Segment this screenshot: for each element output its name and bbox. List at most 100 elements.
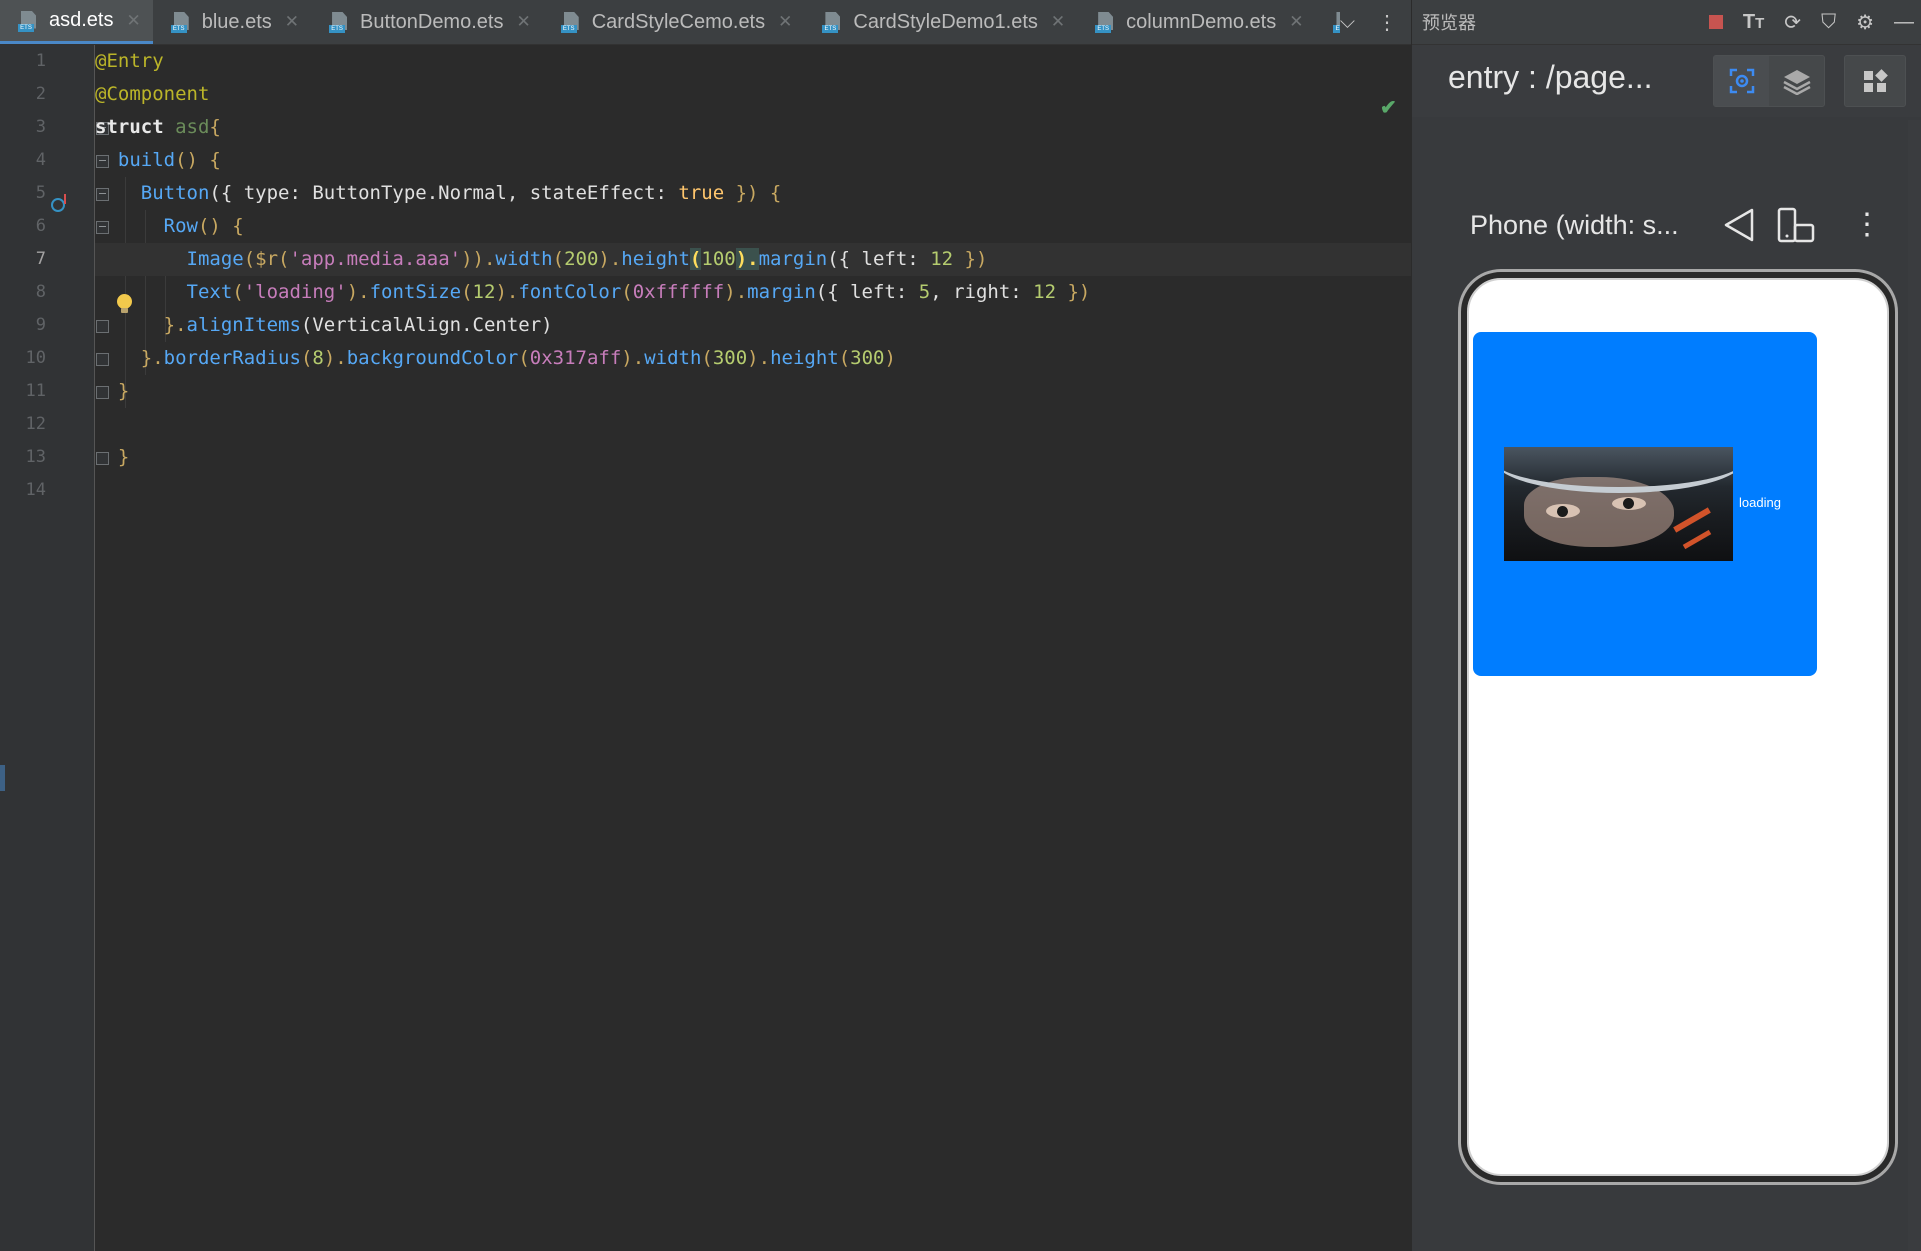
code-token: ). [747,347,771,369]
code-token: 12 [1033,281,1057,303]
code-token: ({ type: ButtonType.Normal, stateEffect: [209,182,679,204]
refresh-icon[interactable]: ⟳ [1784,10,1801,35]
code-token: struct [95,116,164,138]
font-size-icon[interactable]: TT [1743,11,1764,34]
implements-icon[interactable] [51,194,66,212]
close-icon[interactable]: ✕ [516,12,530,32]
tab-cardstyledemo1-ets[interactable]: ETS CardStyleDemo1.ets ✕ [804,0,1077,44]
close-icon[interactable]: ✕ [778,12,792,32]
file-ets-icon: ETS [18,10,40,32]
editor-tab-bar: ETS asd.ets ✕ ETS blue.ets ✕ ETS ButtonD… [0,0,1411,45]
code-token: Image [186,248,244,270]
phone-screen[interactable]: loading [1473,288,1883,1168]
code-token: }. [140,347,164,369]
code-line: }.alignItems(VerticalAlign.Center) [95,309,1411,342]
debug-icon[interactable]: ⛉ [1821,11,1836,34]
rotate-device-icon[interactable] [1776,207,1816,250]
tab-columndemo-ets[interactable]: ETS columnDemo.ets ✕ [1077,0,1315,44]
code-token: 8 [312,347,324,369]
grid-icon[interactable] [1844,55,1906,107]
line-number: 10 [25,348,46,368]
line-number: 7 [35,249,46,269]
chevron-down-icon[interactable]: ⌵ [1340,11,1355,34]
code-token: }) [953,248,988,270]
close-icon[interactable]: ✕ [126,11,140,31]
code-token: fontColor [518,281,622,303]
code-token: margin [758,248,828,270]
tab-buttondemo-ets[interactable]: ETS ButtonDemo.ets ✕ [311,0,543,44]
code-token: 'app.media.aaa' [289,248,462,270]
previewer-header: 预览器 TT ⟳ ⛉ ⚙ — [1412,0,1921,45]
previewer-title: 预览器 [1422,13,1476,33]
code-line-current: Image($r('app.media.aaa')).width(200).he… [95,243,1411,276]
code-token: ). [495,281,519,303]
line-number: 6 [35,216,46,236]
code-token: 0x317aff [529,347,622,369]
code-token: borderRadius [163,347,301,369]
tab-colupers[interactable]: ETS coluPers [1315,0,1340,44]
preview-image [1504,447,1733,561]
code-line: Button({ type: ButtonType.Normal, stateE… [95,177,1411,210]
code-token: ({ left: [827,248,931,270]
code-token: 'loading' [243,281,347,303]
tab-asd-ets[interactable]: ETS asd.ets ✕ [0,0,153,44]
line-number: 5 [35,183,46,203]
code-token: width [495,248,553,270]
code-token: ( [701,347,713,369]
preview-button[interactable]: loading [1473,332,1817,676]
device-selector[interactable]: Phone (width: s... [1470,205,1679,245]
line-number: 12 [25,414,46,434]
code-token: ). [735,248,759,270]
code-token: asd [175,116,210,138]
more-vert-icon[interactable]: ⋮ [1852,205,1882,245]
line-number: 3 [35,117,46,137]
code-line: Row() { [95,210,1411,243]
gear-icon[interactable]: ⚙ [1856,10,1874,35]
code-token: height [621,248,690,270]
code-token: }) { [724,182,782,204]
view-mode-toggle [1713,55,1825,107]
line-number: 9 [35,315,46,335]
code-line: struct asd{ [95,111,1411,144]
inspect-icon[interactable] [1714,56,1769,106]
code-token: 12 [930,248,954,270]
code-token: ( [232,281,244,303]
code-token: margin [747,281,816,303]
code-token: @Entry [95,50,164,72]
code-token: build [117,149,176,171]
close-icon[interactable]: ✕ [1289,12,1303,32]
minimize-icon[interactable]: — [1894,11,1914,34]
close-icon[interactable]: ✕ [285,12,299,32]
tab-label: ButtonDemo.ets [360,10,504,33]
tab-blue-ets[interactable]: ETS blue.ets ✕ [153,0,311,44]
code-token: Row [163,215,198,237]
file-ets-icon: ETS [329,11,351,33]
tab-label: columnDemo.ets [1126,10,1277,33]
tab-cardstylecemo-ets[interactable]: ETS CardStyleCemo.ets ✕ [543,0,805,44]
more-vert-icon[interactable]: ⋮ [1377,10,1397,35]
entry-page-selector[interactable]: entry : /page... [1448,59,1653,96]
code-editor[interactable]: 1 2 3 4 5 6 7 8 9 10 11 12 13 14 @Entry … [0,45,1411,1251]
device-bar: Phone (width: s... ⋮ [1412,205,1921,245]
code-token: ( [689,248,702,270]
stop-icon[interactable] [1708,15,1723,29]
tab-label: asd.ets [49,9,114,31]
code-token: 300 [712,347,748,369]
code-token: 12 [472,281,496,303]
code-area[interactable]: @Entry @Component struct asd{ build() { … [95,45,1411,1251]
layers-icon[interactable] [1769,56,1824,106]
close-icon[interactable]: ✕ [1051,12,1065,32]
line-number: 13 [25,447,46,467]
code-token: } [117,446,130,468]
code-token: }. [163,314,187,336]
back-triangle-icon[interactable] [1722,207,1756,248]
code-token: 5 [918,281,931,303]
file-ets-icon: ETS [1095,11,1117,33]
code-token: } [117,380,130,402]
code-token: alignItems [186,314,301,336]
bulb-icon[interactable] [117,294,132,313]
code-token: ). [621,347,645,369]
code-token: 200 [564,248,599,270]
code-line: } [95,441,1411,474]
